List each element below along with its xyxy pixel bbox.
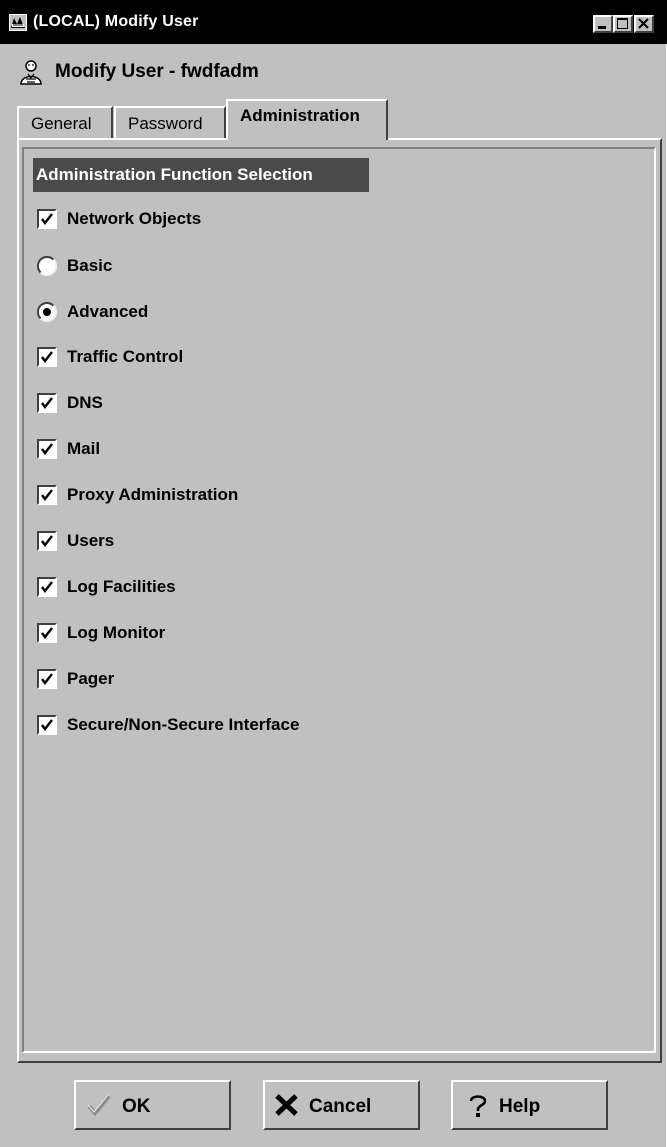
x-icon [274, 1094, 300, 1122]
section-header: Administration Function Selection [33, 158, 369, 192]
checkbox-box[interactable] [37, 439, 57, 459]
option-label: Log Monitor [67, 623, 166, 642]
user-icon [18, 60, 44, 91]
option-label: Secure/Non-Secure Interface [67, 715, 300, 734]
option-label: Mail [67, 439, 101, 458]
tab-general[interactable]: General [17, 106, 113, 138]
checkbox-box[interactable] [37, 577, 57, 597]
tab-label: Administration [240, 106, 360, 125]
tab-label: General [31, 114, 92, 133]
checkbox-box[interactable] [37, 623, 57, 643]
tab-label: Password [128, 114, 203, 133]
window-title: (LOCAL) Modify User [33, 13, 199, 30]
dialog-title: Modify User - fwdfadm [55, 61, 259, 82]
system-menu-icon[interactable] [9, 14, 27, 31]
check-icon [87, 1094, 111, 1122]
option-label: Users [67, 531, 115, 550]
radio-button[interactable] [36, 255, 58, 277]
option-label: Proxy Administration [67, 485, 239, 504]
tab-administration[interactable]: Administration [226, 99, 388, 140]
help-label: Help [499, 1096, 541, 1117]
checkbox-box[interactable] [37, 485, 57, 505]
question-icon [467, 1094, 489, 1124]
close-button[interactable] [634, 15, 654, 33]
option-label: Log Facilities [67, 577, 176, 596]
ok-label: OK [122, 1096, 151, 1117]
option-label: Traffic Control [67, 347, 184, 366]
help-button[interactable]: Help [451, 1080, 608, 1130]
tab-password[interactable]: Password [114, 106, 226, 138]
modify-user-window: (LOCAL) Modify User Modify User - fwdfad… [0, 0, 667, 1147]
checkbox-box[interactable] [37, 209, 57, 229]
minimize-button[interactable] [593, 15, 613, 33]
option-label: Pager [67, 669, 115, 688]
options-group [22, 147, 656, 1053]
maximize-button[interactable] [613, 15, 633, 33]
option-label: Advanced [67, 302, 149, 321]
option-label: DNS [67, 393, 103, 412]
checkbox-box[interactable] [37, 393, 57, 413]
option-label: Network Objects [67, 209, 202, 228]
title-bar[interactable]: (LOCAL) Modify User [0, 0, 667, 44]
cancel-button[interactable]: Cancel [263, 1080, 420, 1130]
option-label: Basic [67, 256, 113, 275]
checkbox-box[interactable] [37, 669, 57, 689]
cancel-label: Cancel [309, 1096, 372, 1117]
ok-button[interactable]: OK [74, 1080, 231, 1130]
checkbox-box[interactable] [37, 347, 57, 367]
checkbox-box[interactable] [37, 531, 57, 551]
radio-button[interactable] [36, 301, 58, 323]
checkbox-box[interactable] [37, 715, 57, 735]
